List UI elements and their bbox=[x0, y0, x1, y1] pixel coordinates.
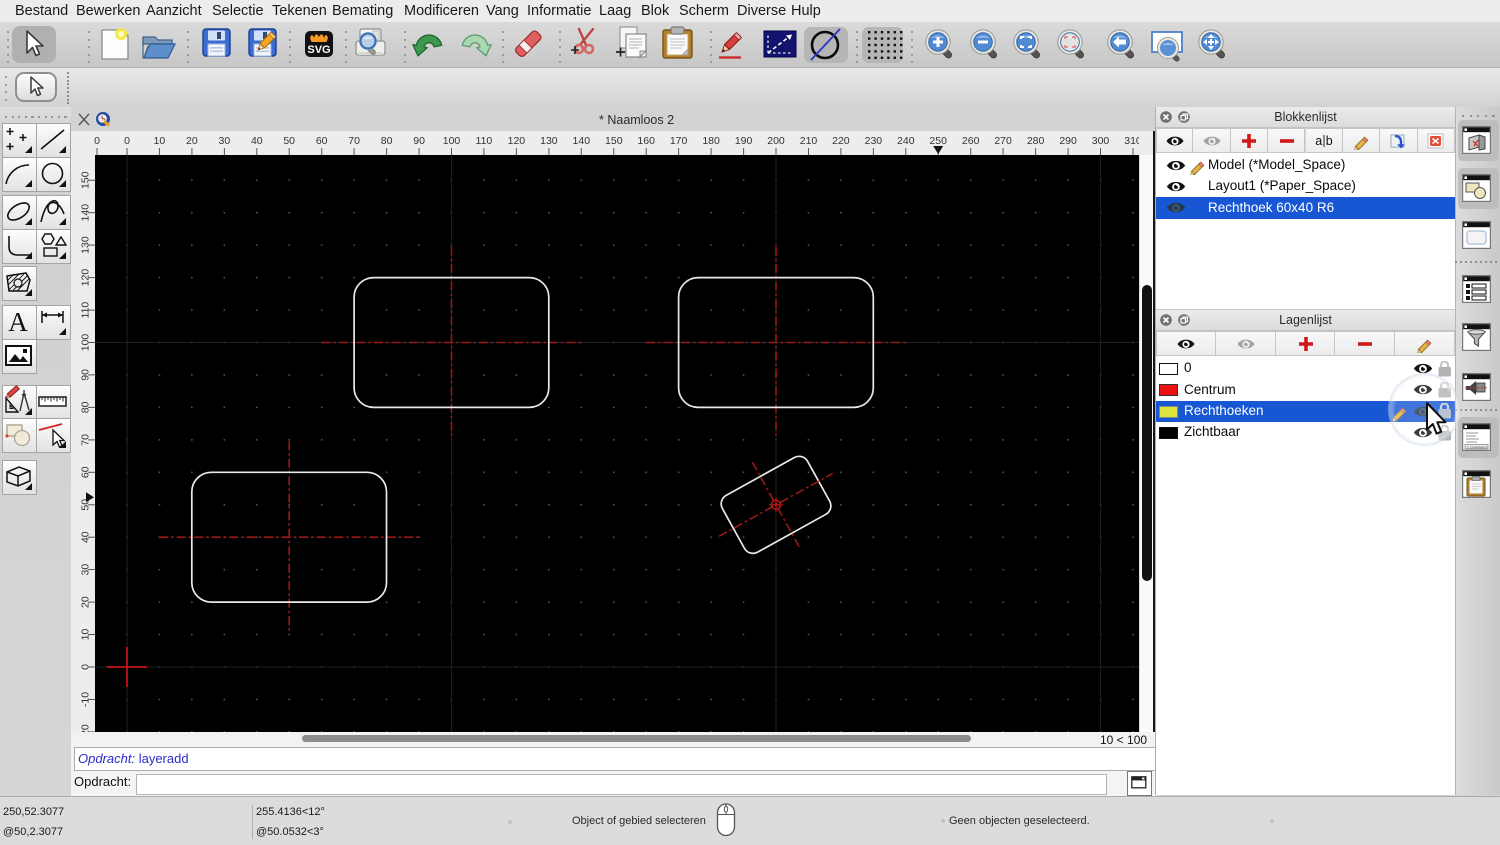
svg-text:50: 50 bbox=[283, 135, 295, 147]
svg-text:280: 280 bbox=[1027, 135, 1045, 147]
svg-text:-20: -20 bbox=[79, 724, 91, 732]
svg-text:210: 210 bbox=[800, 135, 818, 147]
svg-text:80: 80 bbox=[381, 135, 393, 147]
svg-text:10: 10 bbox=[154, 135, 166, 147]
svg-text:70: 70 bbox=[348, 135, 360, 147]
svg-text:110: 110 bbox=[476, 135, 493, 147]
svg-text:300: 300 bbox=[1092, 135, 1110, 147]
svg-text:260: 260 bbox=[962, 135, 980, 147]
svg-text:c command: c command bbox=[1467, 445, 1487, 449]
svg-text:290: 290 bbox=[1059, 135, 1077, 147]
svg-text:90: 90 bbox=[413, 135, 425, 147]
svg-text:140: 140 bbox=[573, 135, 591, 147]
svg-text:A: A bbox=[8, 307, 28, 337]
svg-text:240: 240 bbox=[897, 135, 915, 147]
svg-text:30: 30 bbox=[219, 135, 231, 147]
svg-text:100: 100 bbox=[443, 135, 461, 147]
svg-text:0: 0 bbox=[94, 135, 100, 147]
svg-text:120: 120 bbox=[508, 135, 526, 147]
svg-text:310: 310 bbox=[1124, 135, 1139, 147]
svg-text:150: 150 bbox=[605, 135, 623, 147]
svg-text:190: 190 bbox=[735, 135, 753, 147]
svg-text:230: 230 bbox=[865, 135, 883, 147]
svg-text:220: 220 bbox=[832, 135, 850, 147]
svg-text:180: 180 bbox=[702, 135, 720, 147]
svg-text:270: 270 bbox=[994, 135, 1012, 147]
svg-text:0: 0 bbox=[124, 135, 130, 147]
svg-text:SVG: SVG bbox=[307, 44, 330, 56]
svg-text:40: 40 bbox=[251, 135, 263, 147]
svg-text:20: 20 bbox=[186, 135, 198, 147]
svg-text:160: 160 bbox=[637, 135, 655, 147]
svg-text:60: 60 bbox=[316, 135, 328, 147]
svg-text:130: 130 bbox=[540, 135, 558, 147]
svg-text:250: 250 bbox=[929, 135, 947, 147]
svg-text:170: 170 bbox=[670, 135, 688, 147]
svg-text:200: 200 bbox=[767, 135, 785, 147]
